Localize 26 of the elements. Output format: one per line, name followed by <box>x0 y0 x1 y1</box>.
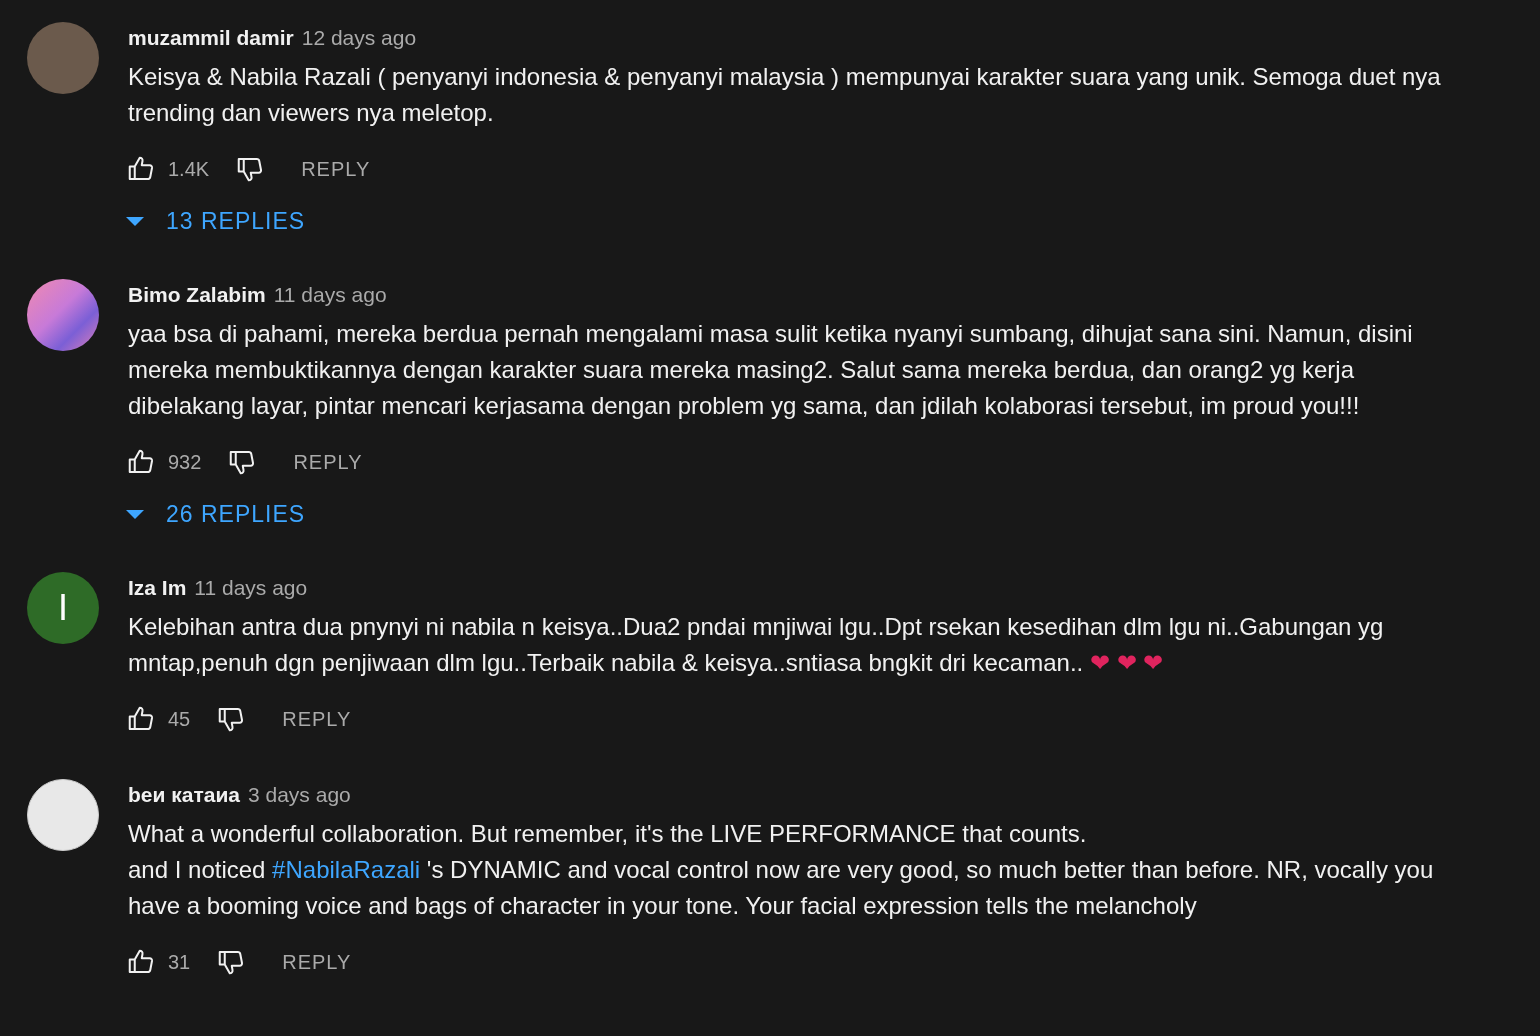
comment-text: Kelebihan antra dua pnynyi ni nabila n keisya..Dua2 pndai mnjiwai lgu..Dpt rsekan kesedihan dlm lgu ni..Gabungan yg mntap,penuh dgn penjiwaan dlm lgu..Terbaik nabila & keisya..sntiasa bngkit dri kecaman.. ❤ ❤ ❤ <box>128 612 1385 678</box>
avatar-letter[interactable]: I <box>27 572 99 644</box>
view-replies-button[interactable]: 13 REPLIES <box>124 203 306 239</box>
caret-icon <box>124 508 146 520</box>
caret-icon <box>124 215 146 227</box>
author-name[interactable]: beи катаиа <box>128 783 240 807</box>
reply-button[interactable]: REPLY <box>301 157 371 181</box>
author-name[interactable]: Bimo Zalabim <box>128 283 266 307</box>
like-count: 932 <box>168 450 202 474</box>
comment-time[interactable]: 12 days ago <box>301 26 417 50</box>
author-name[interactable]: muzammil damir <box>128 26 294 50</box>
like-count: 31 <box>168 950 191 974</box>
reply-button[interactable]: REPLY <box>293 450 363 474</box>
comment-text: What a wonderful collaboration. But remember, it's the LIVE PERFORMANCE that counts. and I noticed #NabilaRazali 's DYNAMIC and vocal control now are very good, so much better than before. NR, vocally you have a booming voice and bags of character in your tone. Your facial expression tells the melancholy <box>128 819 1435 921</box>
comment-text: Keisya & Nabila Razali ( penyanyi indonesia & penyanyi malaysia ) mempunyai karakter suara yang unik. Semoga duet nya trending dan viewers nya meletop. <box>128 62 1442 128</box>
comment-text: yaa bsa di pahami, mereka berdua pernah mengalami masa sulit ketika nyanyi sumbang, dihujat sana sini. Namun, disini mereka membuktikannya dengan karakter suara mereka masing2. Salut sama mereka berdua, dan orang2 yg kerja dibelakang layar, pintar mencari kerjasama dengan problem yg sama, dan jdilah kolaborasi tersebut, im proud you!!! <box>128 319 1414 421</box>
comment-time[interactable]: 3 days ago <box>248 783 351 807</box>
comment-time[interactable]: 11 days ago <box>273 283 387 307</box>
author-name[interactable]: Iza Im <box>128 576 187 600</box>
reply-button[interactable]: REPLY <box>282 950 352 974</box>
comment-time[interactable]: 11 days ago <box>194 576 308 600</box>
hashtag-link[interactable]: #NabilaRazali <box>272 856 421 883</box>
reply-button[interactable]: REPLY <box>282 707 352 731</box>
like-count: 1.4K <box>168 157 210 181</box>
view-replies-button[interactable]: 26 REPLIES <box>124 496 306 532</box>
like-count: 45 <box>168 707 191 731</box>
